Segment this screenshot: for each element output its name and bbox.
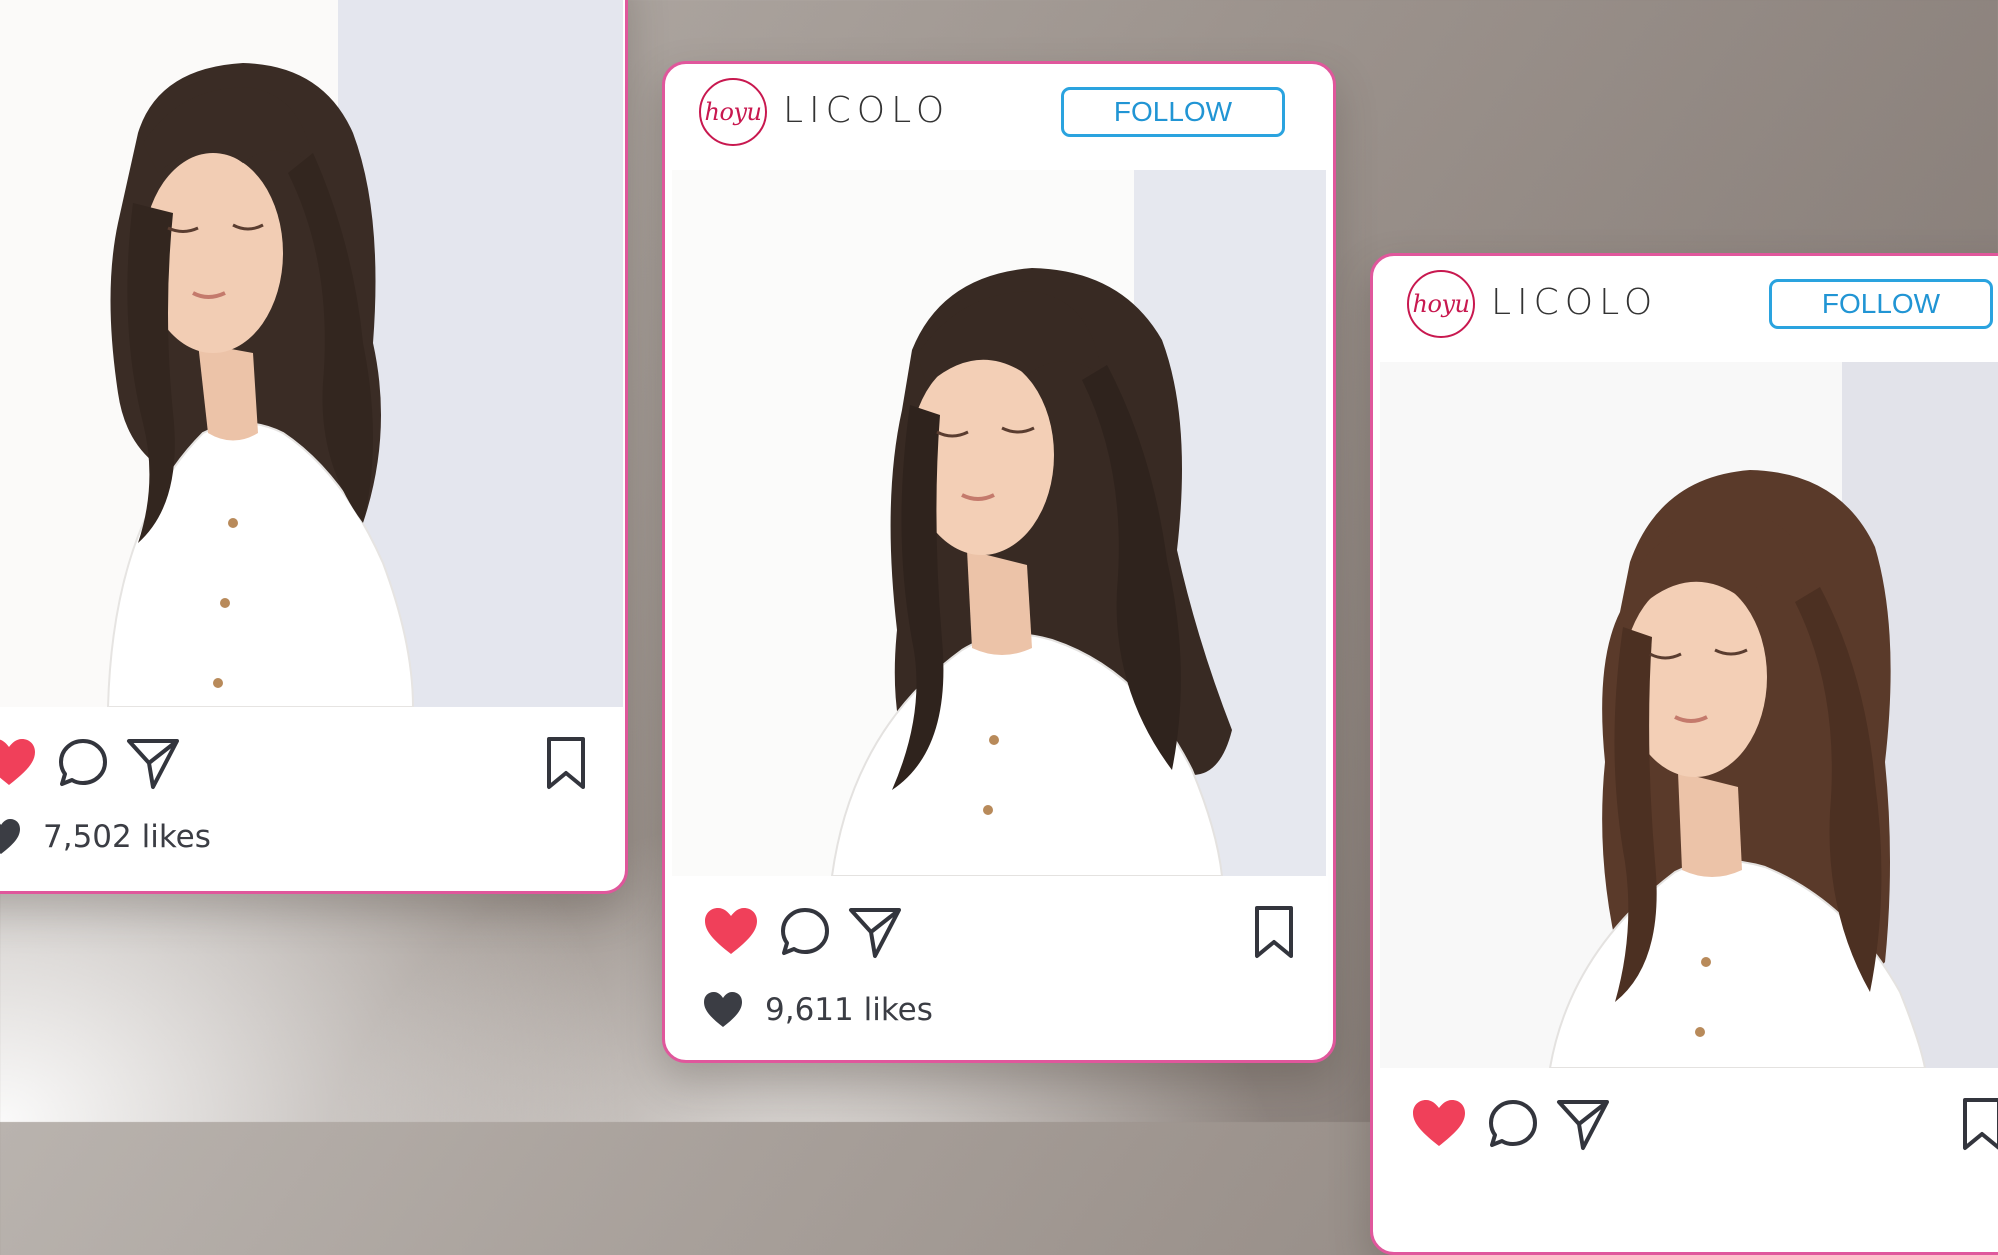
follow-button[interactable]: FOLLOW: [1769, 279, 1993, 329]
portrait-image: [1380, 362, 1998, 1068]
paper-plane-icon[interactable]: [123, 733, 183, 793]
post-header: hoyu LICOLO FOLLOW: [1373, 256, 1998, 362]
paper-plane-icon[interactable]: [845, 902, 905, 962]
post-card-left: 7,502 likes: [0, 0, 628, 894]
post-header: hoyu LICOLO FOLLOW: [665, 64, 1333, 170]
bookmark-icon[interactable]: [541, 733, 591, 793]
brand-logo[interactable]: hoyu: [1407, 270, 1475, 338]
bookmark-icon[interactable]: [1249, 902, 1299, 962]
post-photo[interactable]: [1380, 362, 1998, 1068]
post-photo[interactable]: [672, 170, 1326, 876]
post-card-middle: hoyu LICOLO FOLLOW 9,611 likes: [662, 61, 1336, 1063]
comment-bubble-icon[interactable]: [775, 902, 835, 962]
portrait-image: [672, 170, 1326, 876]
comment-bubble-icon[interactable]: [1483, 1094, 1543, 1154]
brand-name[interactable]: LICOLO: [1491, 282, 1658, 323]
likes-row: 7,502 likes: [0, 813, 211, 861]
brand-logo-text: hoyu: [1412, 290, 1470, 318]
brand-logo[interactable]: hoyu: [699, 78, 767, 146]
likes-count[interactable]: 9,611 likes: [765, 992, 933, 1028]
post-actions: [1373, 1094, 1998, 1164]
brand-name[interactable]: LICOLO: [783, 90, 950, 131]
post-card-right: hoyu LICOLO FOLLOW: [1370, 253, 1998, 1255]
heart-filled-icon[interactable]: [701, 902, 761, 962]
heart-icon: [0, 815, 23, 859]
comment-bubble-icon[interactable]: [53, 733, 113, 793]
heart-filled-icon[interactable]: [0, 733, 39, 793]
follow-button[interactable]: FOLLOW: [1061, 87, 1285, 137]
post-actions: [0, 733, 625, 803]
bookmark-icon[interactable]: [1957, 1094, 1998, 1154]
post-photo[interactable]: [0, 0, 623, 707]
heart-icon: [701, 988, 745, 1032]
brand-logo-text: hoyu: [704, 98, 762, 126]
likes-row: 9,611 likes: [701, 986, 933, 1034]
likes-count[interactable]: 7,502 likes: [43, 819, 211, 855]
post-actions: [665, 902, 1333, 972]
portrait-image: [0, 0, 623, 707]
heart-filled-icon[interactable]: [1409, 1094, 1469, 1154]
paper-plane-icon[interactable]: [1553, 1094, 1613, 1154]
